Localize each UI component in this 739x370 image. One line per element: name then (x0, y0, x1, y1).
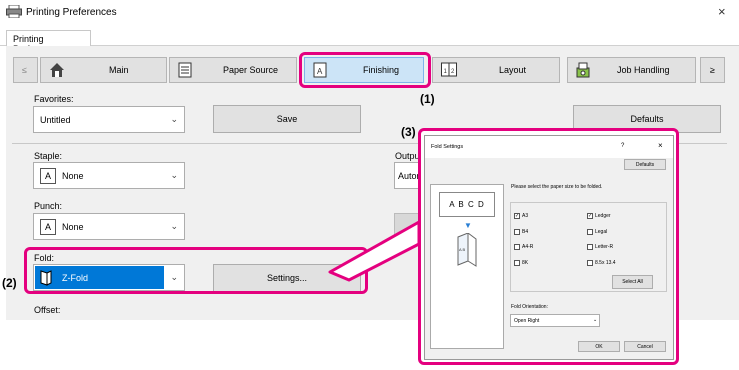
fold-dialog-title: Fold Settings (431, 144, 464, 150)
size-ledger-label: Ledger (595, 213, 611, 219)
checkbox-ledger[interactable]: ✓ (587, 213, 593, 219)
fold-instruction: Please select the paper size to be folde… (511, 184, 603, 190)
size-8k-label: 8K (522, 260, 529, 266)
size-8-5x13-4-label: 8.5x 13.4 (595, 260, 616, 266)
close-icon[interactable]: × (658, 141, 663, 150)
cancel-button[interactable]: Cancel (624, 341, 666, 352)
checkbox-letter-r[interactable] (587, 244, 593, 250)
svg-text:A B: A B (459, 247, 466, 252)
folded-sheet-icon: A B (457, 233, 477, 267)
size-legal-label: Legal (595, 229, 608, 235)
ok-button[interactable]: OK (578, 341, 620, 352)
size-letter-r-label: Letter-R (595, 244, 614, 250)
fold-defaults-button[interactable]: Defaults (624, 159, 666, 170)
select-all-button[interactable]: Select All (612, 275, 653, 289)
chevron-down-icon: ⌄ (593, 317, 598, 323)
fold-orientation-dropdown[interactable]: Open Right ⌄ (510, 314, 600, 327)
checkbox-a4r[interactable] (514, 244, 520, 250)
fold-preview-sheet: A B C D (439, 192, 495, 217)
size-a4r-label: A4-R (522, 244, 534, 250)
checkbox-a3[interactable]: ✓ (514, 213, 520, 219)
fold-preview-pane: A B C D ▼ A B (430, 184, 504, 349)
checkbox-legal[interactable] (587, 229, 593, 235)
size-a3-label: A3 (522, 213, 529, 219)
checkbox-8-5x13-4[interactable] (587, 260, 593, 266)
checkbox-8k[interactable] (514, 260, 520, 266)
fold-orientation-value: Open Right (514, 318, 540, 324)
fold-orientation-label: Fold Orientation: (511, 304, 548, 310)
checkbox-b4[interactable] (514, 229, 520, 235)
arrow-down-icon: ▼ (464, 221, 472, 230)
size-b4-label: B4 (522, 229, 529, 235)
fold-settings-dialog: Fold Settings ? × Defaults A B C D ▼ A B… (424, 135, 674, 360)
help-icon[interactable]: ? (621, 143, 624, 149)
callout-3: (3) (401, 125, 416, 139)
